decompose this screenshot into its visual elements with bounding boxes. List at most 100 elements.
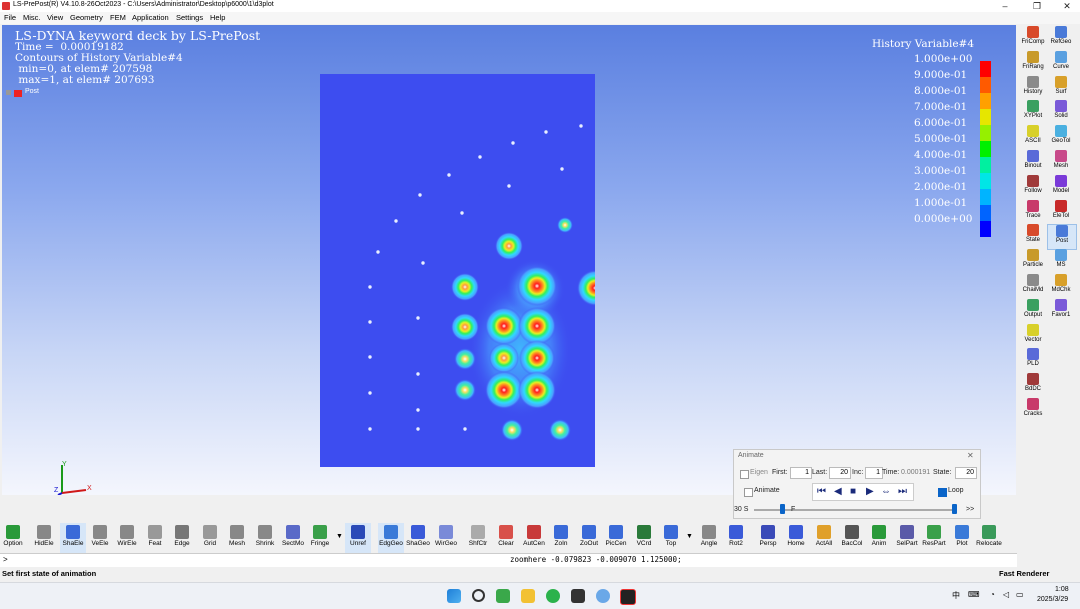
tb-button-vcrd[interactable]: VCrd: [631, 523, 657, 553]
maximize-button[interactable]: ❐: [1022, 0, 1052, 12]
menu-geometry[interactable]: Geometry: [70, 13, 103, 22]
stop-button[interactable]: ■: [850, 486, 856, 497]
tb-button-zoout[interactable]: ZoOut: [576, 523, 602, 553]
menu-application[interactable]: Application: [132, 13, 169, 22]
clock-date[interactable]: 2025/3/29: [1037, 596, 1068, 603]
tb-button-baccol[interactable]: BacCol: [839, 523, 865, 553]
menu-file[interactable]: File: [4, 13, 16, 22]
tb-button-mesh[interactable]: Mesh: [224, 523, 250, 553]
tb-button-respart[interactable]: ResPart: [921, 523, 947, 553]
tb-button-hidele[interactable]: HidEle: [31, 523, 57, 553]
tb-button-shaele[interactable]: ShaEle: [60, 523, 86, 553]
rp-button-model[interactable]: Model: [1047, 174, 1075, 199]
tb-button-sectmo[interactable]: SectMo: [280, 523, 306, 553]
tb-button-wirgeo[interactable]: WirGeo: [433, 523, 459, 553]
tb-button-rot2[interactable]: Rot2: [723, 523, 749, 553]
tb-button-actall[interactable]: ActAll: [811, 523, 837, 553]
rp-button-frirang[interactable]: FriRang: [1019, 50, 1047, 75]
input-language[interactable]: 中: [952, 590, 960, 601]
tb-button-veele[interactable]: VeEle: [87, 523, 113, 553]
volume-icon[interactable]: ◁: [1003, 590, 1009, 599]
rp-button-geotol[interactable]: GeoTol: [1047, 125, 1075, 149]
last-input[interactable]: 20: [829, 467, 851, 479]
network-app-icon[interactable]: [596, 589, 610, 603]
rp-button-bddc[interactable]: BdDC: [1019, 373, 1047, 397]
menu-view[interactable]: View: [47, 13, 63, 22]
tb-button-autcen[interactable]: AutCen: [521, 523, 547, 553]
tb-button-angle[interactable]: Angle: [696, 523, 722, 553]
rp-button-surf[interactable]: Surf: [1047, 75, 1075, 100]
tb-button-selpart[interactable]: SelPart: [894, 523, 920, 553]
model-part[interactable]: [320, 74, 595, 467]
tb-button-clear[interactable]: Clear: [493, 523, 519, 553]
rp-button-particle[interactable]: Particle: [1019, 249, 1047, 273]
rp-button-favor1[interactable]: Favor1: [1047, 298, 1075, 323]
post-expand-icon[interactable]: [6, 90, 11, 95]
rp-button-fricomp[interactable]: FriComp: [1019, 26, 1047, 50]
tb-button-unref[interactable]: Unref: [345, 523, 371, 553]
rp-button-refgeo[interactable]: RefGeo: [1047, 26, 1075, 50]
tb-button-feat[interactable]: Feat: [142, 523, 168, 553]
eigen-checkbox[interactable]: [740, 470, 749, 479]
tb-button-grid[interactable]: Grid: [197, 523, 223, 553]
rp-button-post[interactable]: Post: [1047, 224, 1077, 251]
rp-button-xyplot[interactable]: XYPlot: [1019, 100, 1047, 124]
wechat-icon[interactable]: [546, 589, 560, 603]
more-button[interactable]: >>: [966, 506, 974, 513]
rp-button-chaimd[interactable]: ChaiMd: [1019, 274, 1047, 298]
tb-button-zoin[interactable]: ZoIn: [548, 523, 574, 553]
battery-icon[interactable]: ▭: [1016, 590, 1024, 599]
tb-button-top[interactable]: Top: [658, 523, 684, 553]
rp-button-cracks[interactable]: Cracks: [1019, 398, 1047, 422]
clock-time[interactable]: 1:08: [1055, 586, 1069, 593]
menu-misc[interactable]: Misc.: [23, 13, 41, 22]
first-state-button[interactable]: ⏮: [817, 486, 826, 497]
tb-button-shrink[interactable]: Shrink: [252, 523, 278, 553]
graphics-viewport[interactable]: LS-DYNA keyword deck by LS-PrePost Time …: [2, 25, 1016, 495]
tb-button-fringe[interactable]: Fringe: [307, 523, 333, 553]
tb-button-relocate[interactable]: Relocate: [976, 523, 1002, 553]
animate-checkbox[interactable]: [744, 488, 753, 497]
edge-icon[interactable]: [496, 589, 510, 603]
tb-button-anim[interactable]: Anim: [866, 523, 892, 553]
rp-button-ascii[interactable]: ASCII: [1019, 125, 1047, 149]
rp-button-solid[interactable]: Solid: [1047, 100, 1075, 124]
step-button[interactable]: ⇔: [881, 486, 891, 497]
inc-input[interactable]: 1: [865, 467, 883, 479]
command-line[interactable]: > zoomhere -0.079823 -0.009070 1.125000;: [0, 553, 1017, 568]
play-forward-button[interactable]: ▶: [866, 486, 874, 497]
rp-button-history[interactable]: History: [1019, 75, 1047, 100]
start-icon[interactable]: [447, 589, 461, 603]
menu-help[interactable]: Help: [210, 13, 225, 22]
wifi-icon[interactable]: ◔: [990, 590, 995, 599]
speed-slider-handle[interactable]: [780, 504, 785, 514]
rp-button-curve[interactable]: Curve: [1047, 50, 1075, 75]
tb-button-wirele[interactable]: WirEle: [114, 523, 140, 553]
state-slider-handle[interactable]: [952, 504, 957, 514]
terminal-icon[interactable]: [571, 589, 585, 603]
ime-icon[interactable]: ⌨: [968, 590, 980, 599]
close-button[interactable]: ✕: [1052, 0, 1080, 12]
loop-checkbox[interactable]: [938, 488, 947, 497]
tb-button-shfctr[interactable]: ShfCtr: [465, 523, 491, 553]
rp-button-mdchk[interactable]: MdChk: [1047, 274, 1075, 298]
menu-settings[interactable]: Settings: [176, 13, 203, 22]
rp-button-follow[interactable]: Follow: [1019, 174, 1047, 199]
tb-button-edggeo[interactable]: EdgGeo: [378, 523, 404, 553]
last-state-button[interactable]: ⏭: [898, 486, 907, 497]
view-dropdown-icon[interactable]: ▼: [686, 533, 693, 540]
rp-button-vector[interactable]: Vector: [1019, 323, 1047, 348]
rp-button-output[interactable]: Output: [1019, 298, 1047, 323]
rp-button-state[interactable]: State: [1019, 224, 1047, 248]
animate-close-icon[interactable]: ✕: [967, 451, 974, 460]
tb-button-shageo[interactable]: ShaGeo: [405, 523, 431, 553]
state-input[interactable]: 20: [955, 467, 977, 479]
rp-button-mesh[interactable]: Mesh: [1047, 150, 1075, 174]
rp-button-trace[interactable]: Trace: [1019, 199, 1047, 224]
menu-fem[interactable]: FEM: [110, 13, 126, 22]
tb-button-option[interactable]: Option: [0, 523, 26, 553]
tb-button-plot[interactable]: Plot: [949, 523, 975, 553]
rp-button-pld[interactable]: PLD: [1019, 348, 1047, 372]
rp-button-eletol[interactable]: EleTol: [1047, 199, 1075, 224]
tb-button-piccen[interactable]: PicCen: [603, 523, 629, 553]
